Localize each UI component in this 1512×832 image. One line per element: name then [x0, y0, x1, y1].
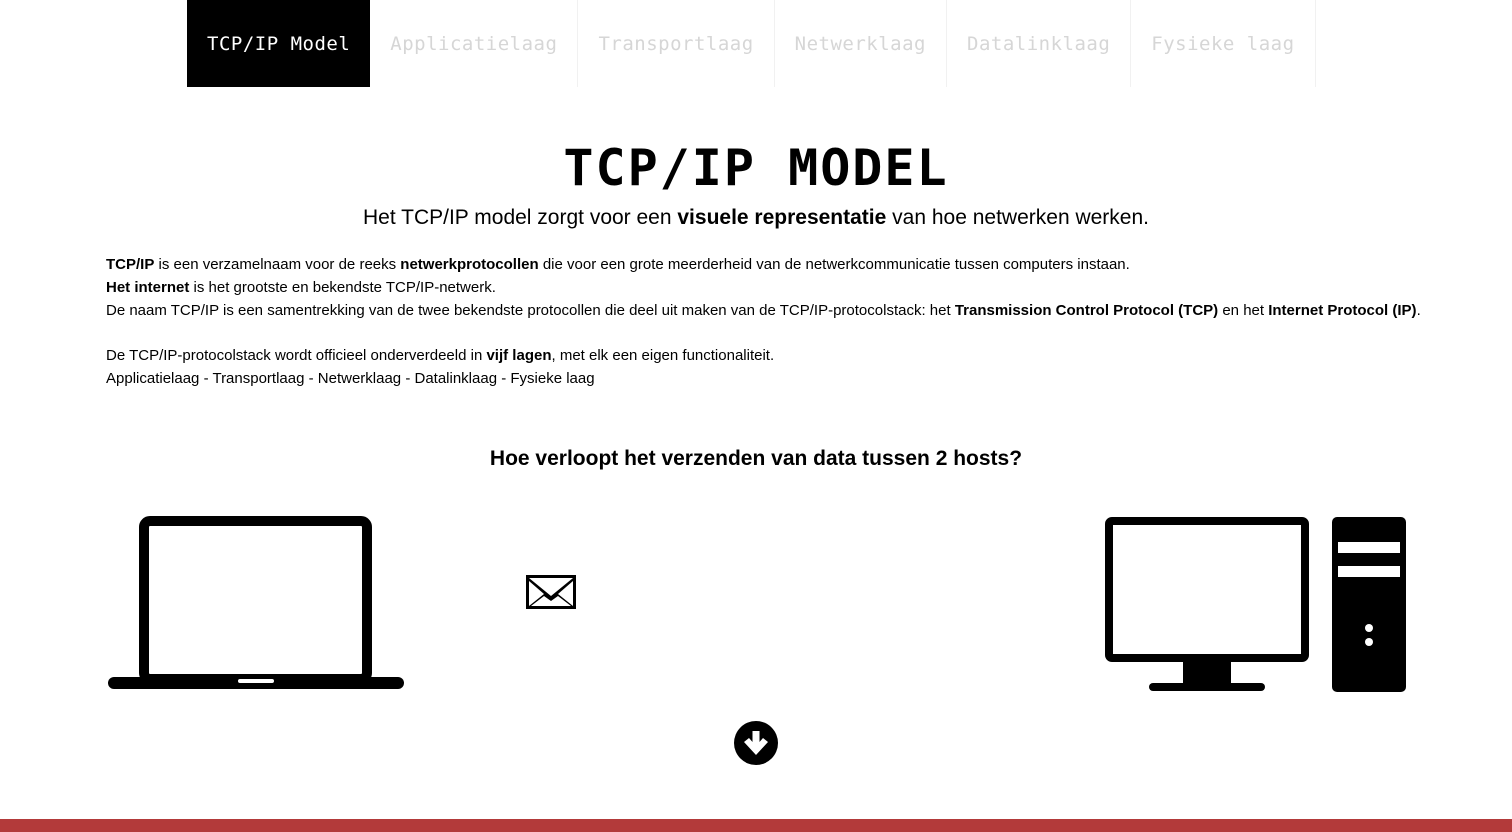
nav-item-netwerklaag[interactable]: Netwerklaag [775, 0, 947, 87]
desktop-computer-icon [1105, 517, 1406, 692]
intro-term-netwerkprotocollen: netwerkprotocollen [400, 256, 539, 273]
intro-term-ip: Internet Protocol (IP) [1268, 301, 1417, 319]
layers-list: Applicatielaag - Transportlaag - Netwerk… [106, 369, 595, 387]
nav-item-datalinklaag[interactable]: Datalinklaag [947, 0, 1132, 87]
envelope-icon [526, 575, 576, 609]
subtitle-text-bold: visuele representatie [677, 206, 887, 229]
intro-term-tcp: Transmission Control Protocol (TCP) [954, 301, 1219, 319]
footer-bar [0, 819, 1512, 832]
layers-term-vijf-lagen: vijf lagen [486, 347, 552, 364]
intro-text: De naam TCP/IP is een samentrekking van … [106, 301, 955, 319]
intro-text: . [1416, 301, 1421, 319]
nav-item-applicatielaag[interactable]: Applicatielaag [370, 0, 579, 87]
layers-paragraph: De TCP/IP-protocolstack wordt officieel … [106, 345, 1426, 391]
nav-item-transportlaag[interactable]: Transportlaag [578, 0, 775, 87]
intro-paragraph: TCP/IP is een verzamelnaam voor de reeks… [106, 254, 1426, 322]
nav-item-fysieke-laag[interactable]: Fysieke laag [1131, 0, 1316, 87]
layers-text: , met elk een eigen functionaliteit. [551, 347, 775, 364]
top-navigation: TCP/IP Model Applicatielaag Transportlaa… [187, 0, 1316, 87]
layers-text: De TCP/IP-protocolstack wordt officieel … [106, 347, 487, 364]
intro-term-het-internet: Het internet [106, 278, 190, 296]
laptop-icon [108, 516, 404, 689]
intro-text: is een verzamelnaam voor de reeks [154, 256, 401, 273]
subtitle-text-post: van hoe netwerken werken. [886, 206, 1149, 229]
intro-text: die voor een grote meerderheid van de ne… [538, 256, 1130, 273]
page-subtitle: Het TCP/IP model zorgt voor een visuele … [0, 204, 1512, 232]
arrow-down-circle-icon[interactable] [734, 721, 778, 765]
page-title: TCP/IP MODEL [563, 139, 949, 197]
intro-text: is het grootste en bekendste TCP/IP-netw… [189, 278, 496, 296]
subtitle-text-pre: Het TCP/IP model zorgt voor een [363, 206, 678, 229]
nav-item-tcpip-model[interactable]: TCP/IP Model [187, 0, 371, 87]
intro-text: en het [1218, 301, 1269, 319]
intro-term-tcpip: TCP/IP [106, 256, 155, 273]
section-question: Hoe verloopt het verzenden van data tuss… [489, 447, 1023, 470]
